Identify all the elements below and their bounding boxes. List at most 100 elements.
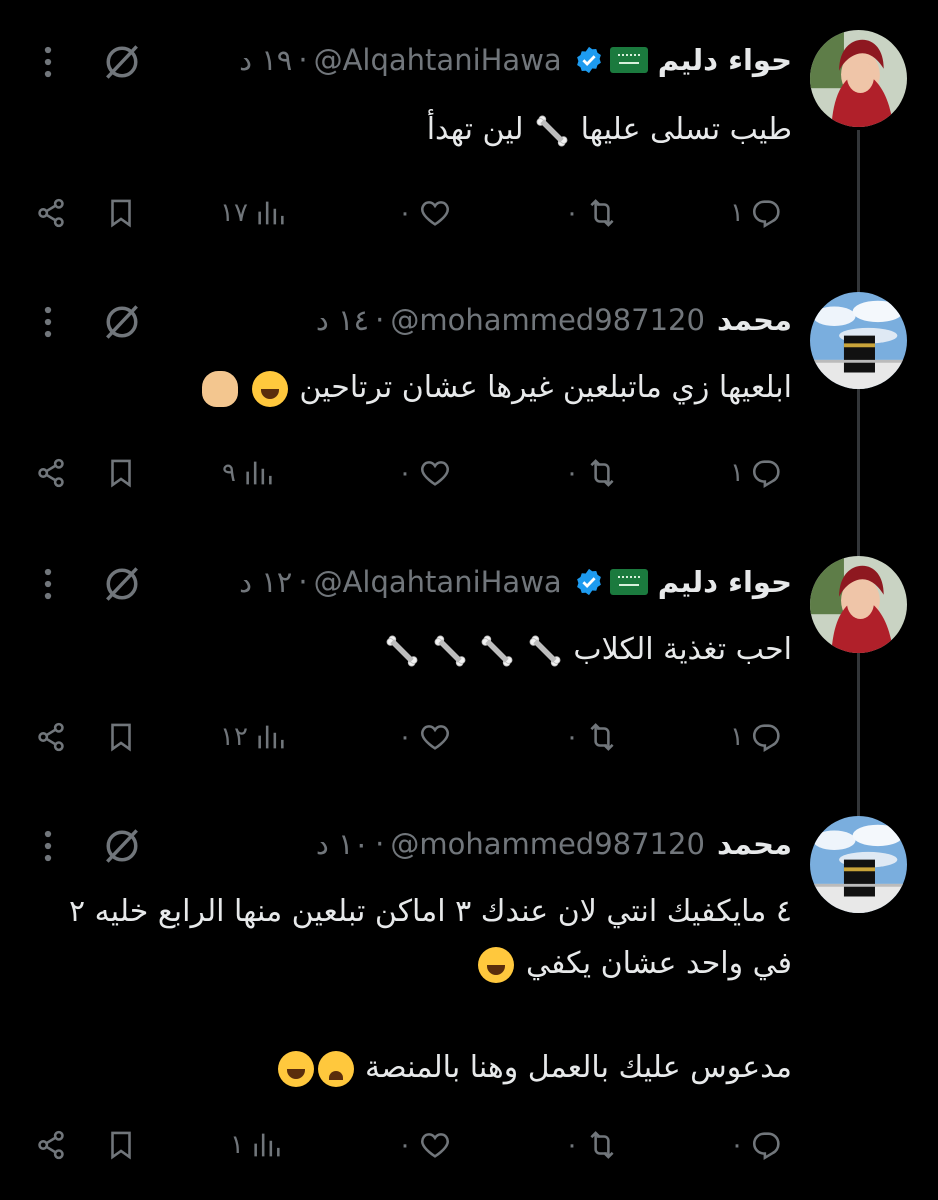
grok-icon[interactable] <box>100 562 144 606</box>
like-count: ٠ <box>398 458 412 488</box>
share-button[interactable] <box>34 1120 68 1170</box>
tweet-actions: ١ ٠ ٠ ١٧ <box>0 188 938 238</box>
avatar[interactable] <box>810 30 907 127</box>
retweet-icon <box>585 720 619 754</box>
like-button[interactable]: ٠ <box>398 1120 452 1170</box>
heart-icon <box>418 1128 452 1162</box>
reply-button[interactable]: ١ <box>730 712 784 762</box>
like-button[interactable]: ٠ <box>398 188 452 238</box>
tweet-text-part: لين تهدأ <box>426 112 524 147</box>
reply-count: ٠ <box>730 1130 744 1160</box>
grok-icon[interactable] <box>100 40 144 84</box>
grok-icon[interactable] <box>100 824 144 868</box>
share-icon <box>34 196 68 230</box>
reply-icon <box>750 456 784 490</box>
timestamp[interactable]: ١٢ د <box>239 565 292 599</box>
reply-button[interactable]: ١ <box>730 188 784 238</box>
display-name[interactable]: محمد <box>717 303 792 337</box>
retweet-icon <box>585 1128 619 1162</box>
views-button[interactable]: ١٧ <box>220 188 288 238</box>
ok-hand-emoji-icon <box>202 370 239 407</box>
share-icon <box>34 720 68 754</box>
retweet-count: ٠ <box>565 1130 579 1160</box>
like-button[interactable]: ٠ <box>398 448 452 498</box>
verified-badge-icon[interactable] <box>574 567 604 597</box>
avatar[interactable] <box>810 556 907 653</box>
user-handle[interactable]: @mohammed987120 <box>390 827 705 861</box>
separator: · <box>298 565 308 599</box>
bone-emoji-icon <box>433 634 467 668</box>
view-count: ١ <box>230 1130 244 1160</box>
avatar[interactable] <box>810 816 907 913</box>
avatar[interactable] <box>810 292 907 389</box>
retweet-button[interactable]: ٠ <box>565 448 619 498</box>
more-options-icon[interactable] <box>42 566 54 602</box>
user-handle[interactable]: @mohammed987120 <box>390 303 705 337</box>
heart-icon <box>418 456 452 490</box>
separator: · <box>298 43 308 77</box>
tweet-actions: ١ ٠ ٠ ١٢ <box>0 712 938 762</box>
more-options-icon[interactable] <box>42 828 54 864</box>
saudi-flag-icon <box>609 47 648 73</box>
views-button[interactable]: ٩ <box>222 448 276 498</box>
tweet-header: محمد @mohammed987120 · ١٠ د <box>316 824 792 864</box>
bookmark-button[interactable] <box>104 188 138 238</box>
heart-icon <box>418 196 452 230</box>
timestamp[interactable]: ١٩ د <box>239 43 292 77</box>
more-options-icon[interactable] <box>42 304 54 340</box>
reply-button[interactable]: ٠ <box>730 1120 784 1170</box>
views-button[interactable]: ١ <box>230 1120 284 1170</box>
reply-icon <box>750 196 784 230</box>
display-name[interactable]: محمد <box>717 827 792 861</box>
share-button[interactable] <box>34 712 68 762</box>
tweet-text: طيب تسلى عليها لين تهدأ <box>32 104 792 156</box>
bookmark-button[interactable] <box>104 712 138 762</box>
tweet-text: ٤ مايكفيك انتي لان عندك ٣ اماكن تبلعين م… <box>32 886 792 1094</box>
bookmark-icon <box>104 196 138 230</box>
retweet-button[interactable]: ٠ <box>565 1120 619 1170</box>
joy-emoji-icon <box>478 946 515 983</box>
retweet-button[interactable]: ٠ <box>565 188 619 238</box>
bookmark-button[interactable] <box>104 448 138 498</box>
rofl-emoji-icon <box>251 370 288 407</box>
like-button[interactable]: ٠ <box>398 712 452 762</box>
crying-emoji-icon <box>317 1050 354 1087</box>
tweet-header: حواء دليم @AlqahtaniHawa · ١٩ د <box>239 40 792 80</box>
views-icon <box>254 196 288 230</box>
bone-emoji-icon <box>480 634 514 668</box>
joy-emoji-icon <box>277 1050 314 1087</box>
retweet-button[interactable]: ٠ <box>565 712 619 762</box>
separator: · <box>375 827 385 861</box>
retweet-count: ٠ <box>565 458 579 488</box>
tweet-text-part: احب تغذية الكلاب <box>573 632 792 667</box>
saudi-flag-icon <box>609 569 648 595</box>
tweet-text-part: ٤ مايكفيك انتي لان عندك ٣ اماكن تبلعين م… <box>69 894 792 929</box>
grok-icon[interactable] <box>100 300 144 344</box>
retweet-icon <box>585 196 619 230</box>
view-count: ١٢ <box>220 722 248 752</box>
timestamp[interactable]: ١٤ د <box>316 303 369 337</box>
timestamp[interactable]: ١٠ د <box>316 827 369 861</box>
bookmark-button[interactable] <box>104 1120 138 1170</box>
bone-emoji-icon <box>528 634 562 668</box>
user-handle[interactable]: @AlqahtaniHawa <box>314 43 562 77</box>
display-name[interactable]: حواء دليم <box>658 565 792 599</box>
share-button[interactable] <box>34 448 68 498</box>
tweet-text-line: مدعوس عليك بالعمل وهنا بالمنصة <box>32 1042 792 1094</box>
separator: · <box>375 303 385 337</box>
tweet-text-part: مدعوس عليك بالعمل وهنا بالمنصة <box>365 1050 792 1085</box>
tweet-text: احب تغذية الكلاب <box>32 624 792 676</box>
reply-button[interactable]: ١ <box>730 448 784 498</box>
user-handle[interactable]: @AlqahtaniHawa <box>314 565 562 599</box>
views-icon <box>242 456 276 490</box>
verified-badge-icon[interactable] <box>574 45 604 75</box>
views-button[interactable]: ١٢ <box>220 712 288 762</box>
share-button[interactable] <box>34 188 68 238</box>
retweet-count: ٠ <box>565 198 579 228</box>
tweet-text-part: ابلعيها زي ماتبلعين غيرها عشان ترتاحين <box>299 370 792 405</box>
more-options-icon[interactable] <box>42 44 54 80</box>
display-name[interactable]: حواء دليم <box>658 43 792 77</box>
bone-emoji-icon <box>535 114 569 148</box>
heart-icon <box>418 720 452 754</box>
